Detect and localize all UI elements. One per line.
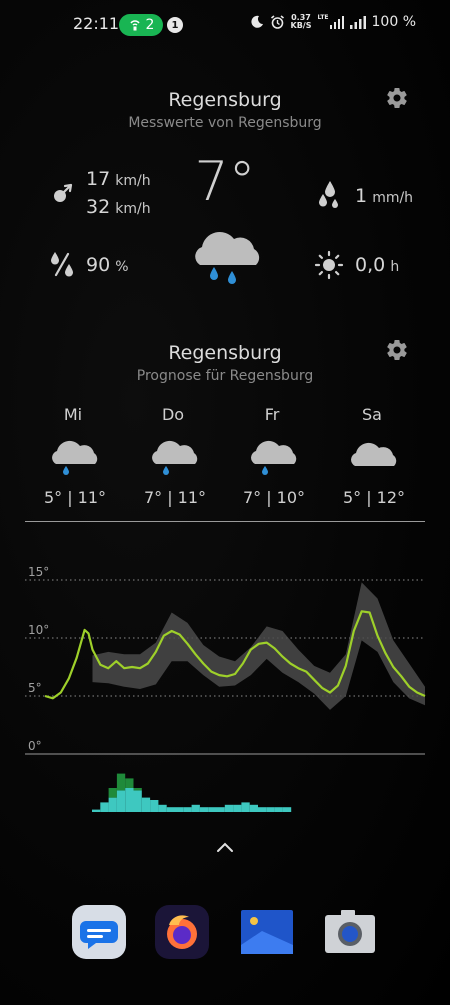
precipitation-bar xyxy=(249,804,258,812)
temperature-forecast-chart: 15° 10° 5° 0° xyxy=(25,565,426,812)
precipitation-bar xyxy=(158,804,167,812)
forecast-range-mi: 5° | 11° xyxy=(43,488,107,507)
camera-icon xyxy=(325,910,375,953)
forecast-day-sa: Sa xyxy=(362,405,382,424)
status-bar: 22:11 2 1 0.37 KB/S LTE 100 % xyxy=(0,0,450,50)
gallery-photo-icon xyxy=(241,910,293,954)
wind-gust-unit: km/h xyxy=(115,201,151,217)
forecast-range-do: 7° | 11° xyxy=(143,488,207,507)
y-tick-label: 5° xyxy=(28,681,42,695)
precipitation-bar xyxy=(216,807,225,812)
precipitation-bar xyxy=(183,807,192,812)
heavy-precipitation-bar xyxy=(116,773,126,791)
wind-direction-icon xyxy=(54,183,73,202)
humidity-row: 90 % xyxy=(86,254,129,276)
precipitation-bar xyxy=(258,807,267,812)
notification-count-badge: 1 xyxy=(167,17,183,33)
y-tick-label: 10° xyxy=(28,623,49,637)
forecast-day-do: Do xyxy=(161,405,185,424)
camera-app-icon[interactable] xyxy=(323,905,377,959)
signal-bars-icon-2 xyxy=(349,16,366,29)
current-subtitle: Messwerte von Regensburg xyxy=(128,115,322,131)
precipitation-bar xyxy=(224,804,234,812)
forecast-fr-cloud-rain-icon xyxy=(251,440,297,475)
precipitation-bar xyxy=(100,802,109,812)
forecast-day-fr: Fr xyxy=(264,405,280,424)
sunshine-unit: h xyxy=(390,259,400,275)
current-settings-gear-icon[interactable] xyxy=(385,86,409,110)
forecast-subtitle: Prognose für Regensburg xyxy=(136,368,314,384)
precipitation-bar xyxy=(108,797,117,812)
precipitation-bar xyxy=(133,790,142,812)
hotspot-indicator[interactable]: 2 xyxy=(119,14,163,36)
precipitation-bar xyxy=(266,807,275,812)
current-cloud-rain-icon xyxy=(195,231,260,284)
uncertainty-band xyxy=(92,582,425,710)
precipitation-bar xyxy=(241,802,250,812)
precipitation-bar xyxy=(233,804,242,812)
sun-icon xyxy=(314,250,344,280)
y-tick-label: 0° xyxy=(28,739,42,753)
precipitation-bar xyxy=(199,807,209,812)
wind-gust-value: 32 xyxy=(86,196,111,218)
forecast-sa-cloud-icon xyxy=(351,442,397,466)
sunshine-row: 0,0 h xyxy=(355,254,399,276)
forecast-divider xyxy=(25,521,425,522)
alarm-icon xyxy=(270,14,284,29)
signal-bars-icon-1 xyxy=(329,16,344,29)
app-drawer-up-arrow-icon[interactable] xyxy=(215,840,235,854)
humidity-percent-icon xyxy=(51,252,73,277)
forecast-city: Regensburg xyxy=(168,342,282,364)
precipitation-bar xyxy=(125,788,134,812)
precipitation-bar xyxy=(208,807,217,812)
forecast-range-sa: 5° | 12° xyxy=(342,488,406,507)
humidity-value: 90 xyxy=(86,254,111,276)
precipitation-bar xyxy=(282,807,292,812)
forecast-settings-gear-icon[interactable] xyxy=(385,338,409,362)
wind-speed-unit: km/h xyxy=(115,173,151,189)
signal-lte: LTE xyxy=(317,15,344,29)
status-time: 22:11 xyxy=(73,14,120,33)
precipitation-bar xyxy=(150,800,159,812)
messages-app-icon[interactable] xyxy=(72,905,126,959)
heavy-precipitation-bar xyxy=(108,788,117,798)
precipitation-bar xyxy=(274,807,283,812)
firefox-app-icon[interactable] xyxy=(155,905,209,959)
forecast-do-cloud-rain-icon xyxy=(152,440,198,475)
forecast-day-mi: Mi xyxy=(63,405,83,424)
precipitation-unit: mm/h xyxy=(372,190,414,206)
forecast-range-fr: 7° | 10° xyxy=(242,488,306,507)
precipitation-bar xyxy=(116,790,126,812)
hotspot-icon xyxy=(129,20,140,31)
humidity-unit: % xyxy=(115,259,129,275)
precipitation-row: 1 mm/h xyxy=(355,185,413,207)
messages-bubble-icon xyxy=(80,921,118,949)
precipitation-bar xyxy=(92,809,101,812)
precipitation-bar xyxy=(141,797,151,812)
status-right-group: 0.37 KB/S LTE 100 % xyxy=(250,13,416,30)
wind-gust-row: 32 km/h xyxy=(86,196,151,218)
wind-speed-row: 17 km/h xyxy=(86,168,151,190)
wind-speed-value: 17 xyxy=(86,168,111,190)
precipitation-bar xyxy=(175,807,184,812)
precipitation-bar xyxy=(166,807,175,812)
network-speed: 0.37 KB/S xyxy=(290,13,312,30)
precipitation-bar xyxy=(191,804,200,812)
battery-level: 100 % xyxy=(371,14,416,30)
raindrops-icon xyxy=(319,181,338,208)
moon-icon xyxy=(250,15,263,28)
hotspot-count: 2 xyxy=(145,17,155,33)
y-tick-label: 15° xyxy=(28,565,49,579)
sunshine-value: 0,0 xyxy=(355,254,386,276)
gallery-app-icon[interactable] xyxy=(240,905,294,959)
current-city: Regensburg xyxy=(168,89,282,111)
forecast-mi-cloud-rain-icon xyxy=(52,440,98,475)
heavy-precipitation-bar xyxy=(125,778,134,788)
precipitation-value: 1 xyxy=(355,185,368,207)
heavy-precipitation-bar xyxy=(133,788,142,791)
firefox-logo-icon xyxy=(167,915,197,949)
